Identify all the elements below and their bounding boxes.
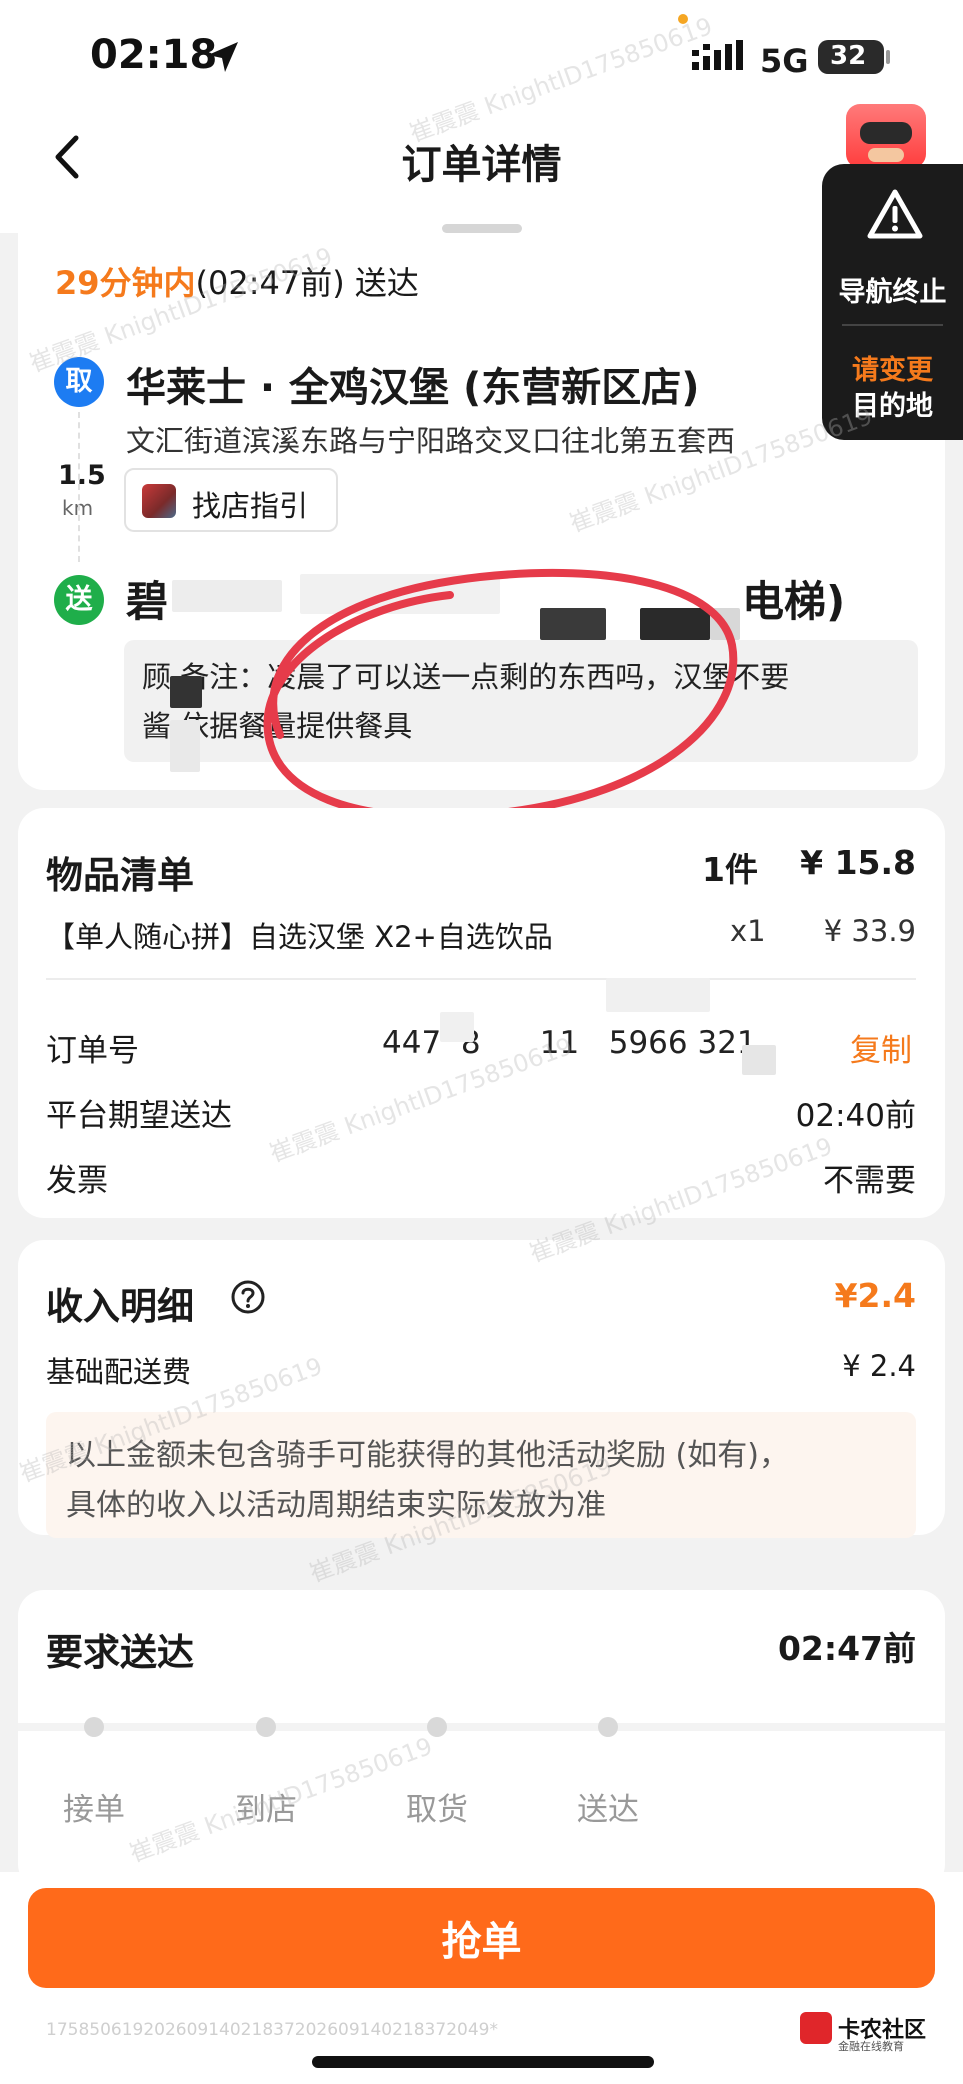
- end-navigation-label[interactable]: 导航终止: [822, 270, 963, 309]
- page-title: 订单详情: [401, 142, 562, 188]
- privacy-mask: [170, 676, 202, 708]
- network-label: 5G: [760, 42, 809, 80]
- income-tip-line-1: 以上金额未包含骑手可能获得的其他活动奖励 (如有)，: [66, 1438, 789, 1473]
- base-fee-value: ¥ 2.4: [842, 1349, 916, 1383]
- location-arrow-icon: [208, 42, 238, 72]
- nav-divider: [842, 324, 943, 326]
- progress-deadline: 02:47前: [777, 1629, 916, 1668]
- items-total: ¥ 15.8: [800, 843, 916, 882]
- change-destination-label[interactable]: 请变更: [822, 348, 963, 387]
- expected-delivery-label: 平台期望送达: [46, 1098, 232, 1134]
- privacy-mask: [606, 978, 710, 1012]
- base-fee-label: 基础配送费: [46, 1355, 192, 1389]
- store-thumbnail: [142, 484, 176, 518]
- delivery-name-tail: 电梯): [742, 577, 846, 626]
- item-name: 【单人随心拼】自选汉堡 X2+自选饮品: [46, 920, 553, 954]
- pickup-address: 文汇街道滨溪东路与宁阳路交叉口往北第五套西: [126, 424, 736, 458]
- step-dot: [427, 1717, 447, 1737]
- delivery-badge: 送: [54, 575, 104, 625]
- battery-icon: 32: [818, 40, 884, 74]
- step-deliver: 送达: [577, 1792, 639, 1828]
- sheet-handle[interactable]: [442, 224, 522, 233]
- warning-icon[interactable]: [866, 188, 924, 242]
- step-dot: [256, 1717, 276, 1737]
- items-title: 物品清单: [46, 854, 194, 897]
- step-dot: [598, 1717, 618, 1737]
- distance-value: 1.5: [58, 460, 106, 491]
- step-pickup: 取货: [406, 1792, 468, 1828]
- battery-tip: [886, 50, 890, 64]
- pickup-name: 华莱士 · 全鸡汉堡 (东营新区店): [126, 365, 700, 411]
- store-guide-label: 找店指引: [192, 489, 309, 523]
- route-connector: [78, 412, 80, 562]
- annotation-circle: [263, 569, 738, 821]
- copy-order-no-button[interactable]: 复制: [850, 1025, 912, 1070]
- battery-level: 32: [830, 41, 867, 71]
- navigation-panel: 导航终止 请变更 目的地: [822, 164, 963, 440]
- store-guide-button[interactable]: 找店指引: [124, 468, 338, 532]
- items-divider: [46, 978, 916, 980]
- privacy-mask: [742, 1045, 776, 1075]
- home-indicator[interactable]: [312, 2056, 654, 2068]
- help-icon[interactable]: [230, 1279, 266, 1315]
- kanong-logo-mark: [800, 2012, 832, 2044]
- step-dot: [84, 1717, 104, 1737]
- progress-track: [18, 1723, 945, 1731]
- status-time: 02:18: [90, 32, 218, 78]
- expected-delivery-value: 02:40前: [795, 1098, 916, 1134]
- footer-id: 1758506192026091402183720260914021837204…: [46, 2020, 498, 2040]
- grab-order-button[interactable]: 抢单: [28, 1888, 935, 1988]
- item-price: ¥ 33.9: [823, 914, 916, 948]
- step-accept: 接单: [63, 1792, 125, 1828]
- invoice-label: 发票: [46, 1163, 108, 1199]
- progress-title: 要求送达: [46, 1631, 194, 1674]
- delivery-name-head: 碧: [126, 577, 169, 626]
- income-title: 收入明细: [46, 1285, 194, 1328]
- order-no-label: 订单号: [46, 1033, 139, 1069]
- avatar[interactable]: [846, 104, 926, 168]
- item-qty: x1: [730, 914, 766, 948]
- logo-subtitle: 金融在线教育: [838, 2040, 904, 2053]
- items-count: 1件: [702, 850, 758, 889]
- privacy-mask: [440, 1012, 474, 1042]
- privacy-mask: [170, 720, 200, 772]
- income-total: ¥2.4: [834, 1276, 916, 1315]
